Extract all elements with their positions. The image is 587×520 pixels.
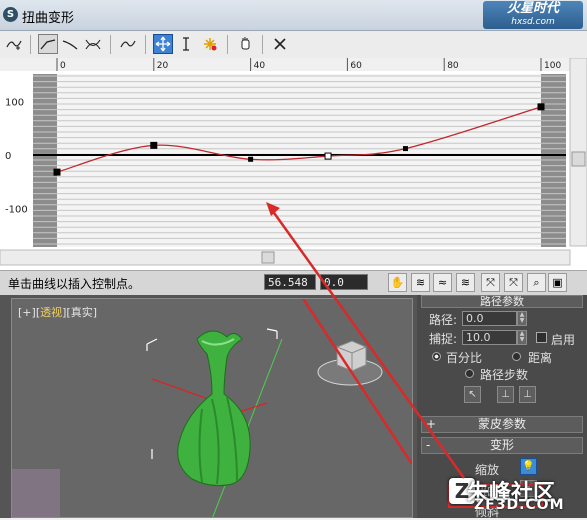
annotation-arrow <box>266 202 466 479</box>
